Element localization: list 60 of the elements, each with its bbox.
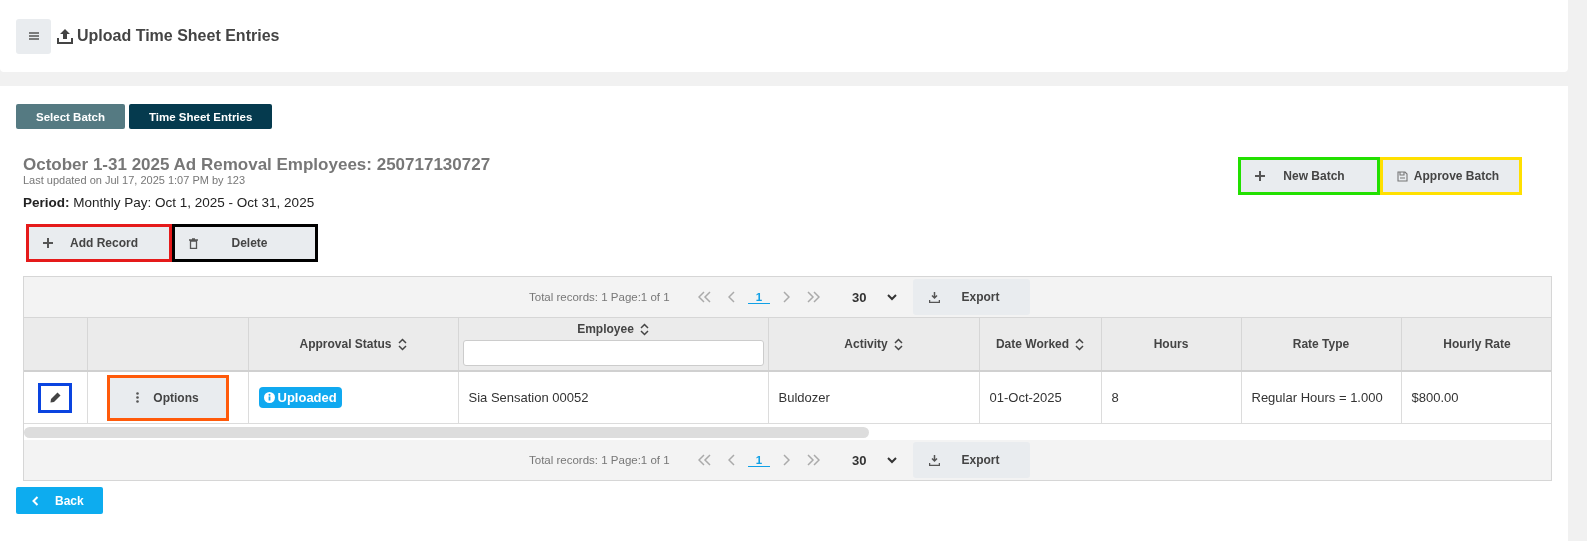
period-text: Period: Monthly Pay: Oct 1, 2025 - Oct 31, 2025 (23, 195, 316, 210)
chevron-down-icon (886, 456, 897, 464)
plus-icon (1255, 171, 1265, 181)
export-button[interactable]: Export (912, 279, 1030, 315)
page-title: Upload Time Sheet Entries (77, 27, 280, 45)
action-button[interactable]: New Batch (1238, 157, 1380, 195)
column-label[interactable]: Date Worked (995, 337, 1070, 351)
batch-title: October 1-31 2025 Ad Removal Employees: 250717130727 (23, 155, 491, 174)
column-label[interactable]: Approval Status (299, 337, 392, 351)
page-size-select[interactable]: 30 (852, 289, 897, 305)
sort-icon[interactable] (893, 337, 903, 351)
download-icon (928, 454, 940, 466)
sort-icon[interactable] (639, 322, 649, 336)
menu-button[interactable] (16, 18, 51, 54)
sort-icon[interactable] (1075, 337, 1085, 351)
chevron-down-icon (886, 293, 897, 301)
column-label: Rate Type (1292, 337, 1350, 351)
download-icon (928, 291, 940, 303)
table-cell: 8 (1101, 371, 1241, 424)
status-badge: Uploaded (258, 387, 342, 408)
pencil-icon (49, 392, 61, 403)
column-label[interactable]: Activity (844, 337, 888, 351)
tab[interactable]: Select Batch (16, 104, 126, 129)
sort-icon[interactable] (397, 337, 407, 351)
table-cell: Sia Sensation 00052 (458, 371, 768, 424)
table-cell: Regular Hours = 1.000 (1241, 371, 1401, 424)
more-vertical-icon (136, 392, 140, 403)
upload-icon (57, 28, 73, 44)
scrollbar-thumb[interactable] (24, 426, 869, 438)
tab[interactable]: Time Sheet Entries (129, 104, 273, 129)
previous-page-icon[interactable] (727, 291, 736, 303)
plus-icon (43, 238, 53, 248)
table-cell: Buldozer (768, 371, 979, 424)
action-button[interactable]: Delete (172, 224, 318, 262)
next-page-icon[interactable] (782, 291, 791, 303)
last-page-icon[interactable] (806, 454, 821, 466)
last-updated-text: Last updated on Jul 17, 2025 1:07 PM by 123 (23, 174, 246, 186)
action-button[interactable]: Approve Batch (1380, 157, 1522, 195)
edit-button[interactable] (38, 382, 73, 413)
column-label[interactable]: Employee (577, 322, 634, 336)
previous-page-icon[interactable] (727, 454, 736, 466)
first-page-icon[interactable] (697, 454, 712, 466)
filter-field[interactable] (462, 340, 764, 366)
save-icon (1397, 170, 1408, 182)
records-summary: Total records: 1 Page:1 of 1 (529, 291, 670, 303)
menu-icon (28, 32, 39, 40)
column-label: Hours (1153, 337, 1189, 351)
options-button[interactable]: Options (106, 374, 229, 421)
page-size-select[interactable]: 30 (852, 452, 897, 468)
first-page-icon[interactable] (697, 291, 712, 303)
last-page-icon[interactable] (806, 291, 821, 303)
trash-icon (189, 237, 198, 249)
column-label: Hourly Rate (1443, 337, 1511, 351)
action-button[interactable]: Add Record (26, 224, 172, 262)
chevron-left-icon (32, 495, 39, 506)
records-summary: Total records: 1 Page:1 of 1 (529, 454, 670, 466)
info-icon (263, 392, 275, 403)
export-button[interactable]: Export (912, 442, 1030, 478)
next-page-icon[interactable] (782, 454, 791, 466)
table-cell: 01-Oct-2025 (979, 371, 1101, 424)
